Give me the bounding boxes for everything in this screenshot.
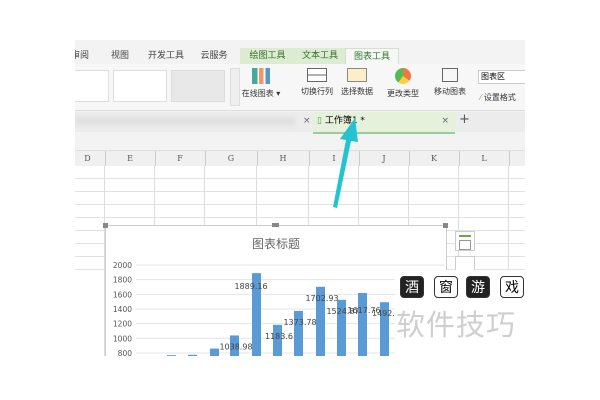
annotation-arrow: [333, 118, 358, 208]
arrow-icon: [333, 118, 358, 208]
